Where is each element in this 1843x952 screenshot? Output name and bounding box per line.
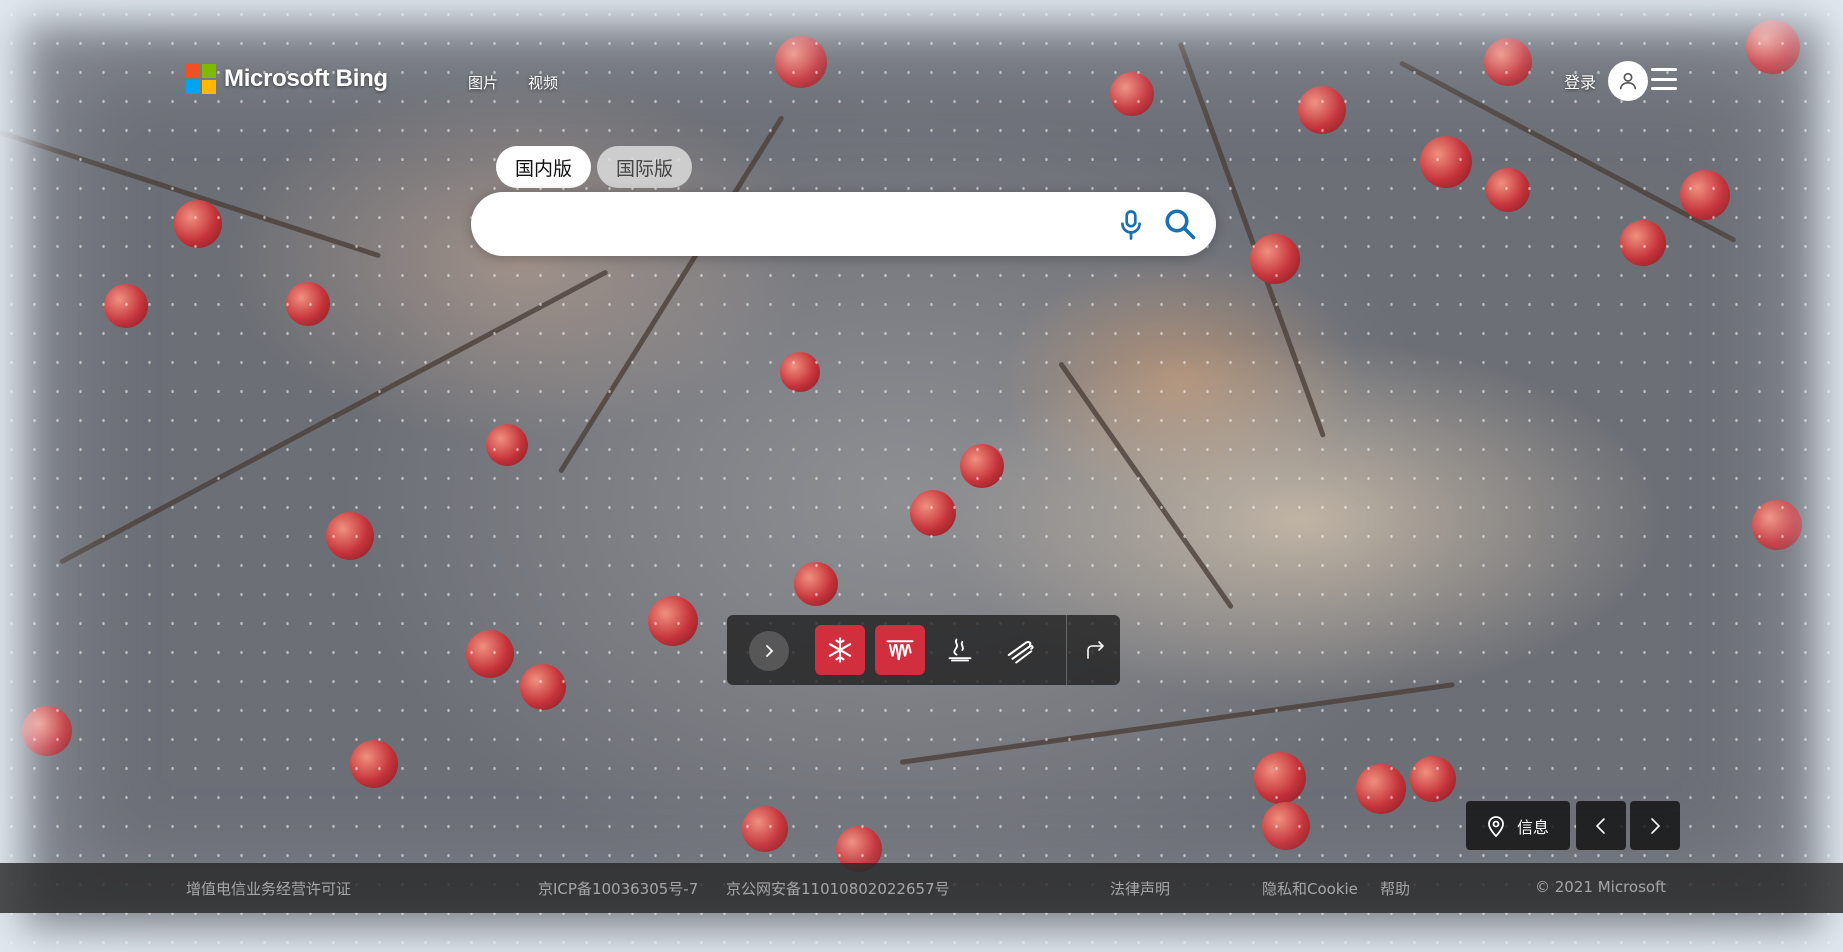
login-link[interactable]: 登录 [1564, 69, 1596, 93]
next-image-button[interactable] [1630, 801, 1680, 850]
search-scope-tabs: 国内版 国际版 [496, 146, 693, 188]
nav-videos[interactable]: 视频 [528, 72, 558, 93]
footer-link-privacy[interactable]: 隐私和Cookie [1262, 878, 1358, 899]
location-pin-icon [1488, 815, 1504, 837]
wind-icon[interactable] [995, 625, 1045, 675]
user-icon [1619, 72, 1637, 90]
image-info-label: 信息 [1516, 817, 1549, 837]
search-icon[interactable] [1162, 206, 1198, 242]
hamburger-menu-icon[interactable] [1651, 68, 1677, 90]
image-info-button[interactable]: 信息 [1466, 801, 1570, 850]
logo-text: Microsoft Bing [224, 65, 388, 92]
account-area: 登录 [1564, 61, 1648, 101]
chevron-right-icon[interactable] [749, 631, 789, 671]
footer-link-legal[interactable]: 法律声明 [1110, 878, 1170, 899]
footer-link-help[interactable]: 帮助 [1380, 878, 1410, 899]
chevron-left-icon [1595, 817, 1605, 834]
bing-logo[interactable]: Microsoft Bing [186, 64, 388, 94]
previous-image-button[interactable] [1576, 801, 1626, 850]
footer-link-icp[interactable]: 京ICP备10036305号-7 [538, 878, 698, 899]
microphone-icon[interactable] [1116, 209, 1146, 241]
microsoft-logo-icon [186, 64, 216, 94]
icicles-icon[interactable] [875, 625, 925, 675]
search-input[interactable] [499, 192, 1079, 256]
share-icon[interactable] [1071, 625, 1121, 675]
footer-link-police-record[interactable]: 京公网安备11010802022657号 [726, 878, 950, 899]
avatar[interactable] [1608, 61, 1648, 101]
snowflake-icon[interactable] [815, 625, 865, 675]
footer: 增值电信业务经营许可证 京ICP备10036305号-7 京公网安备110108… [0, 863, 1843, 913]
footer-link-license[interactable]: 增值电信业务经营许可证 [186, 878, 351, 899]
effects-toolbar [727, 615, 1120, 685]
steam-icon[interactable] [935, 625, 985, 675]
tab-international[interactable]: 国际版 [597, 146, 693, 188]
search-box [471, 192, 1216, 256]
toolbar-divider [1066, 615, 1067, 685]
top-nav: 图片 视频 [468, 72, 558, 93]
footer-copyright: © 2021 Microsoft [1535, 878, 1666, 896]
chevron-right-icon [1651, 817, 1661, 834]
tab-domestic[interactable]: 国内版 [496, 146, 592, 188]
nav-images[interactable]: 图片 [468, 72, 498, 93]
